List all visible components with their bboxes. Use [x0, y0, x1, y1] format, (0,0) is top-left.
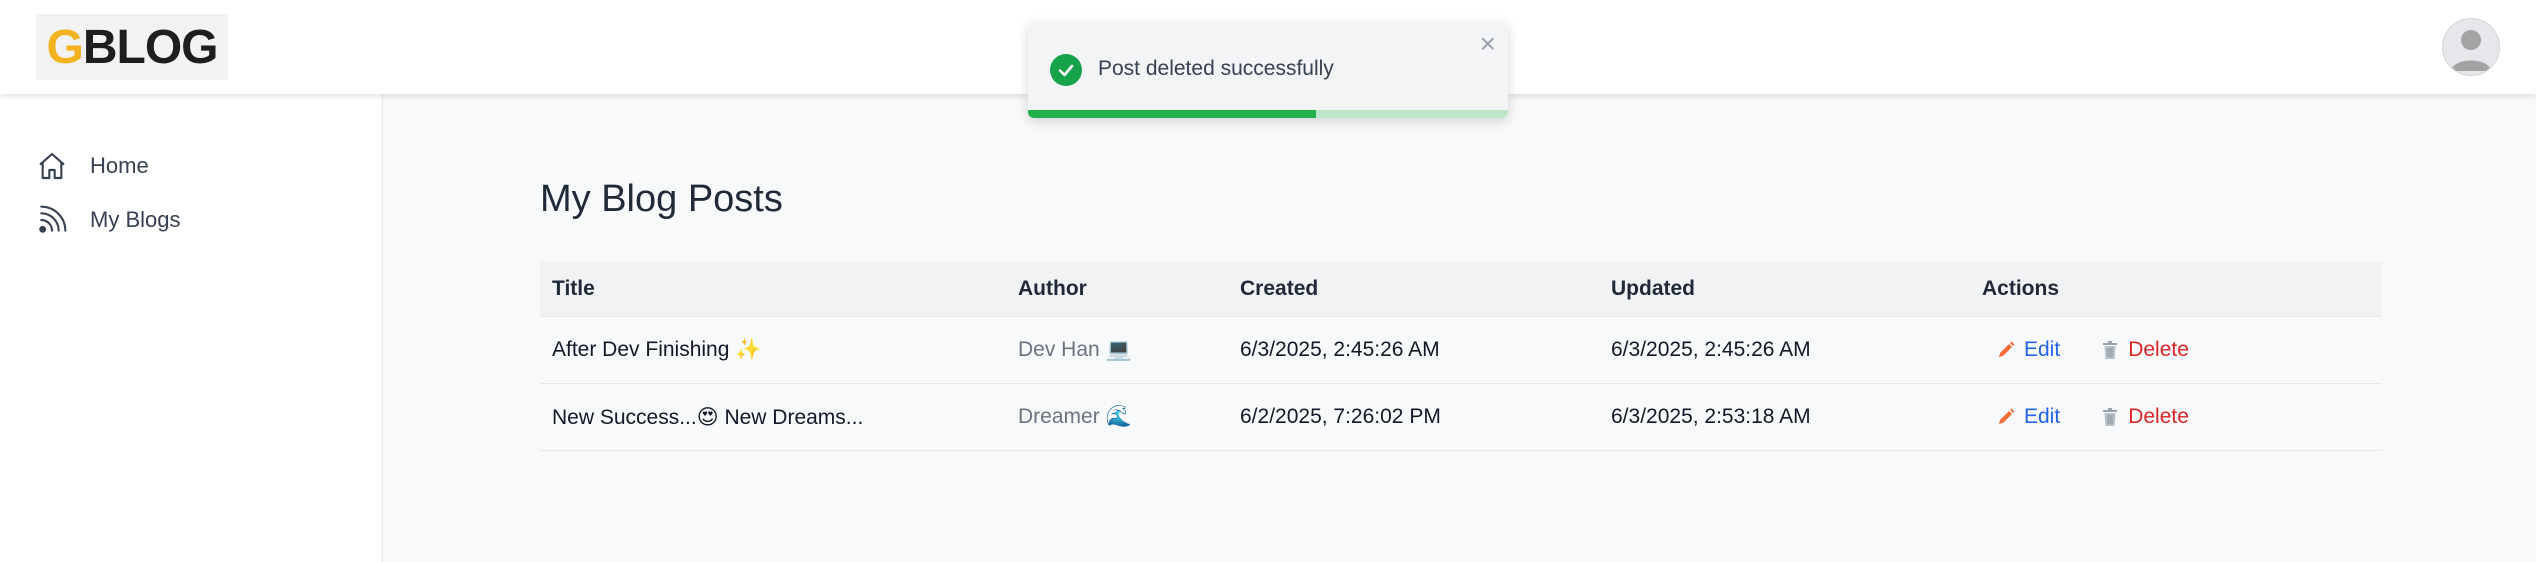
column-header-title: Title	[552, 277, 595, 300]
toast-message: Post deleted successfully	[1098, 57, 1334, 80]
delete-button[interactable]: Delete	[2100, 405, 2189, 429]
column-header-updated: Updated	[1611, 277, 1695, 300]
trash-icon	[2103, 341, 2118, 359]
blog-posts-table: Title Author Created Updated Actions Aft…	[540, 262, 2382, 451]
close-icon[interactable]: ×	[1480, 30, 1496, 58]
table-row: New Success...😍 New Dreams... Dreamer 🌊 …	[540, 384, 2382, 451]
pencil-icon	[1999, 341, 2015, 357]
table-row: After Dev Finishing ✨ Dev Han 💻 6/3/2025…	[540, 317, 2382, 384]
delete-button[interactable]: Delete	[2100, 338, 2189, 362]
row-actions: Edit Delete	[1982, 405, 2382, 429]
post-created: 6/2/2025, 7:26:02 PM	[1240, 405, 1441, 428]
post-author: Dev Han 💻	[1018, 338, 1132, 361]
post-created: 6/3/2025, 2:45:26 AM	[1240, 338, 1440, 361]
sidebar-item-my-blogs[interactable]: My Blogs	[36, 204, 180, 236]
success-check-icon	[1050, 54, 1082, 86]
toast-progress-track	[1028, 110, 1508, 118]
edit-label: Edit	[2024, 405, 2061, 428]
trash-icon	[2103, 408, 2118, 426]
delete-label: Delete	[2128, 405, 2189, 428]
toast-progress-fill	[1028, 110, 1316, 118]
post-updated: 6/3/2025, 2:45:26 AM	[1611, 338, 1811, 361]
post-title: After Dev Finishing ✨	[552, 338, 762, 361]
post-updated: 6/3/2025, 2:53:18 AM	[1611, 405, 1811, 428]
sidebar-item-label: My Blogs	[90, 207, 181, 232]
sidebar-item-home[interactable]: Home	[36, 150, 149, 182]
edit-label: Edit	[2024, 338, 2061, 361]
column-header-created: Created	[1240, 277, 1319, 300]
column-header-author: Author	[1018, 277, 1087, 300]
edit-button[interactable]: Edit	[1996, 338, 2060, 362]
logo-text: BLOG	[82, 20, 219, 74]
user-avatar[interactable]	[2442, 18, 2500, 76]
post-author: Dreamer 🌊	[1018, 405, 1132, 428]
rss-icon	[36, 204, 68, 236]
pencil-icon	[1999, 408, 2015, 424]
table-header: Title Author Created Updated Actions	[540, 262, 2382, 317]
gblog-logo[interactable]: G BLOG	[36, 14, 228, 80]
home-icon	[36, 150, 68, 182]
post-title: New Success...😍 New Dreams...	[552, 405, 864, 429]
edit-button[interactable]: Edit	[1996, 405, 2060, 429]
success-toast: Post deleted successfully ×	[1028, 22, 1508, 118]
column-header-actions: Actions	[1982, 277, 2060, 300]
logo-letter-g: G	[46, 20, 84, 74]
sidebar-item-label: Home	[90, 153, 149, 178]
delete-label: Delete	[2128, 338, 2189, 361]
row-actions: Edit Delete	[1982, 338, 2382, 362]
avatar-person-icon	[2451, 30, 2491, 71]
page-title: My Blog Posts	[540, 178, 783, 220]
sidebar: Home My Blogs	[0, 94, 383, 562]
